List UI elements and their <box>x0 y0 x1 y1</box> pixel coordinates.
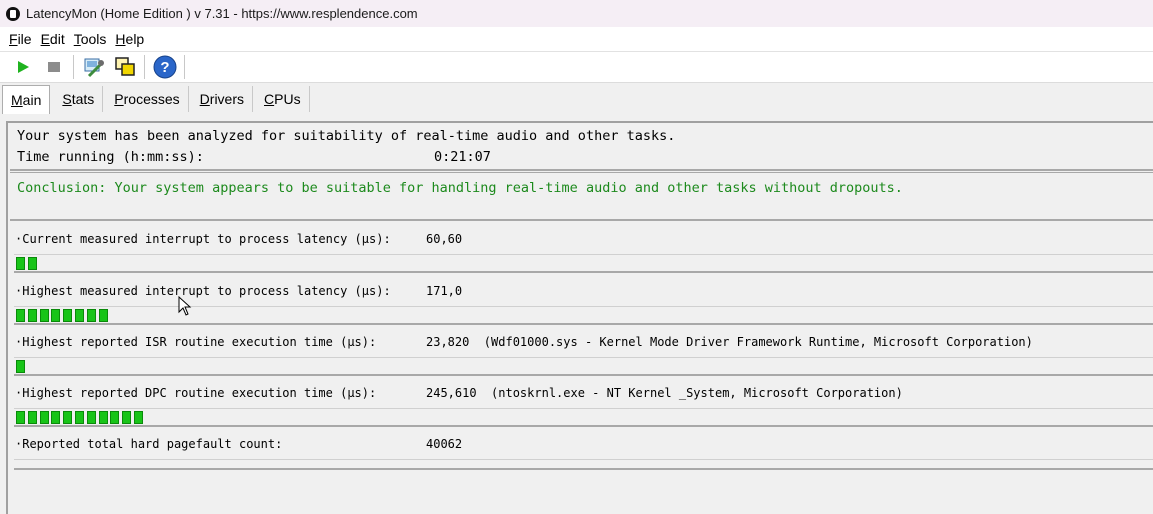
metric-isr-time: ·Highest reported ISR routine execution … <box>8 329 1153 380</box>
metric-label: ·Current measured interrupt to process l… <box>15 232 391 246</box>
conclusion-panel: Conclusion: Your system appears to be su… <box>10 172 1153 221</box>
tab-drivers-accel: D <box>199 91 210 107</box>
bar-segment <box>51 309 61 322</box>
bar-segment <box>63 411 73 424</box>
tab-cpus-label: PUs <box>274 91 301 107</box>
toolbar-separator <box>184 55 185 79</box>
menu-help-accel: H <box>115 31 126 47</box>
metric-current-latency: ·Current measured interrupt to process l… <box>8 226 1153 277</box>
help-button[interactable]: ? <box>152 54 178 80</box>
tab-drivers[interactable]: Drivers <box>189 86 254 112</box>
tab-stats-accel: S <box>62 91 72 107</box>
metric-pagefault-count: ·Reported total hard pagefault count: 40… <box>8 431 1153 482</box>
windows-icon <box>115 57 135 76</box>
menu-edit-label: dit <box>49 31 65 47</box>
stop-button[interactable] <box>41 54 67 80</box>
time-running-label: Time running (h:mm:ss): <box>17 149 204 165</box>
play-icon <box>18 61 29 73</box>
menu-file-accel: F <box>9 31 18 47</box>
metric-value: 60,60 <box>426 232 463 246</box>
analysis-summary-panel: Your system has been analyzed for suitab… <box>10 125 1153 171</box>
bar-segment <box>86 309 96 322</box>
bar-segment <box>98 411 108 424</box>
bar-segment <box>134 411 143 424</box>
bar-segment <box>75 309 84 322</box>
menu-tools-label: ools <box>80 31 107 47</box>
bar-segment <box>16 257 25 270</box>
bar-segment <box>98 309 108 322</box>
bar-segment <box>39 309 49 322</box>
wrench-button[interactable] <box>81 54 107 80</box>
metric-value: 40062 <box>426 437 463 451</box>
latency-bar <box>14 408 1153 427</box>
metric-dpc-time: ·Highest reported DPC routine execution … <box>8 380 1153 431</box>
bar-segment <box>63 309 73 322</box>
metric-label: ·Highest measured interrupt to process l… <box>15 284 391 298</box>
tab-stats[interactable]: Stats <box>50 86 104 112</box>
bar-segment <box>122 411 132 424</box>
tab-main-accel: M <box>11 92 23 108</box>
metric-value: 23,820 (Wdf01000.sys - Kernel Mode Drive… <box>426 335 1033 349</box>
main-panel: Your system has been analyzed for suitab… <box>6 121 1153 514</box>
bar-segment <box>75 411 84 424</box>
tab-cpus[interactable]: C PUs <box>253 86 310 112</box>
tab-processes-label: rocesses <box>123 91 180 107</box>
help-icon: ? <box>153 55 177 79</box>
bar-segment <box>27 257 37 270</box>
menu-edit[interactable]: Edit <box>41 31 65 47</box>
menu-file[interactable]: File <box>9 31 32 47</box>
menu-edit-accel: E <box>40 31 50 47</box>
toolbar-separator <box>73 55 74 79</box>
bar-segment <box>27 411 37 424</box>
bar-segment <box>39 411 49 424</box>
metric-label: ·Reported total hard pagefault count: <box>15 437 283 451</box>
tab-main-label: ain <box>22 92 42 108</box>
tab-stats-label: tats <box>71 91 95 107</box>
analyzed-text: Your system has been analyzed for suitab… <box>17 128 676 144</box>
menu-tools-accel: T <box>73 31 81 47</box>
window-title: LatencyMon (Home Edition ) v 7.31 - http… <box>26 6 418 21</box>
menu-help-label: elp <box>125 31 145 47</box>
tab-cpus-accel: C <box>264 91 275 107</box>
tab-drivers-label: rivers <box>209 91 245 107</box>
stop-icon <box>48 62 60 72</box>
metric-value: 171,0 <box>426 284 463 298</box>
tab-main[interactable]: Main <box>2 85 51 114</box>
bar-segment <box>16 360 25 373</box>
bar-segment <box>86 411 96 424</box>
menu-bar: File Edit Tools Help <box>0 27 1153 52</box>
tab-processes[interactable]: Processes <box>103 86 189 112</box>
windows-button[interactable] <box>112 54 138 80</box>
metric-label: ·Highest reported DPC routine execution … <box>15 386 377 400</box>
latency-bar <box>14 357 1153 376</box>
start-button[interactable] <box>10 54 36 80</box>
title-bar: LatencyMon (Home Edition ) v 7.31 - http… <box>0 0 1153 27</box>
tab-bar: Main Stats Processes Drivers C PUs <box>0 84 1153 114</box>
bar-segment <box>16 309 25 322</box>
menu-help[interactable]: Help <box>115 31 144 47</box>
wrench-icon <box>84 58 104 78</box>
bar-segment <box>27 309 37 322</box>
tab-processes-accel: P <box>114 91 124 107</box>
time-running-value: 0:21:07 <box>434 149 491 165</box>
metric-value: 245,610 (ntoskrnl.exe - NT Kernel _Syste… <box>426 386 903 400</box>
conclusion-text: Conclusion: Your system appears to be su… <box>17 180 903 196</box>
app-icon <box>6 6 20 21</box>
svg-text:?: ? <box>160 59 169 76</box>
mouse-cursor-icon <box>178 296 192 316</box>
metric-label: ·Highest reported ISR routine execution … <box>15 335 377 349</box>
menu-file-label: ile <box>17 31 32 47</box>
pagefault-bar <box>14 459 1153 470</box>
toolbar: ? <box>0 52 1153 83</box>
bar-segment <box>51 411 61 424</box>
menu-tools[interactable]: Tools <box>74 31 107 47</box>
bar-segment <box>16 411 25 424</box>
toolbar-separator <box>144 55 145 79</box>
latency-bar <box>14 254 1153 273</box>
bar-segment <box>110 411 120 424</box>
